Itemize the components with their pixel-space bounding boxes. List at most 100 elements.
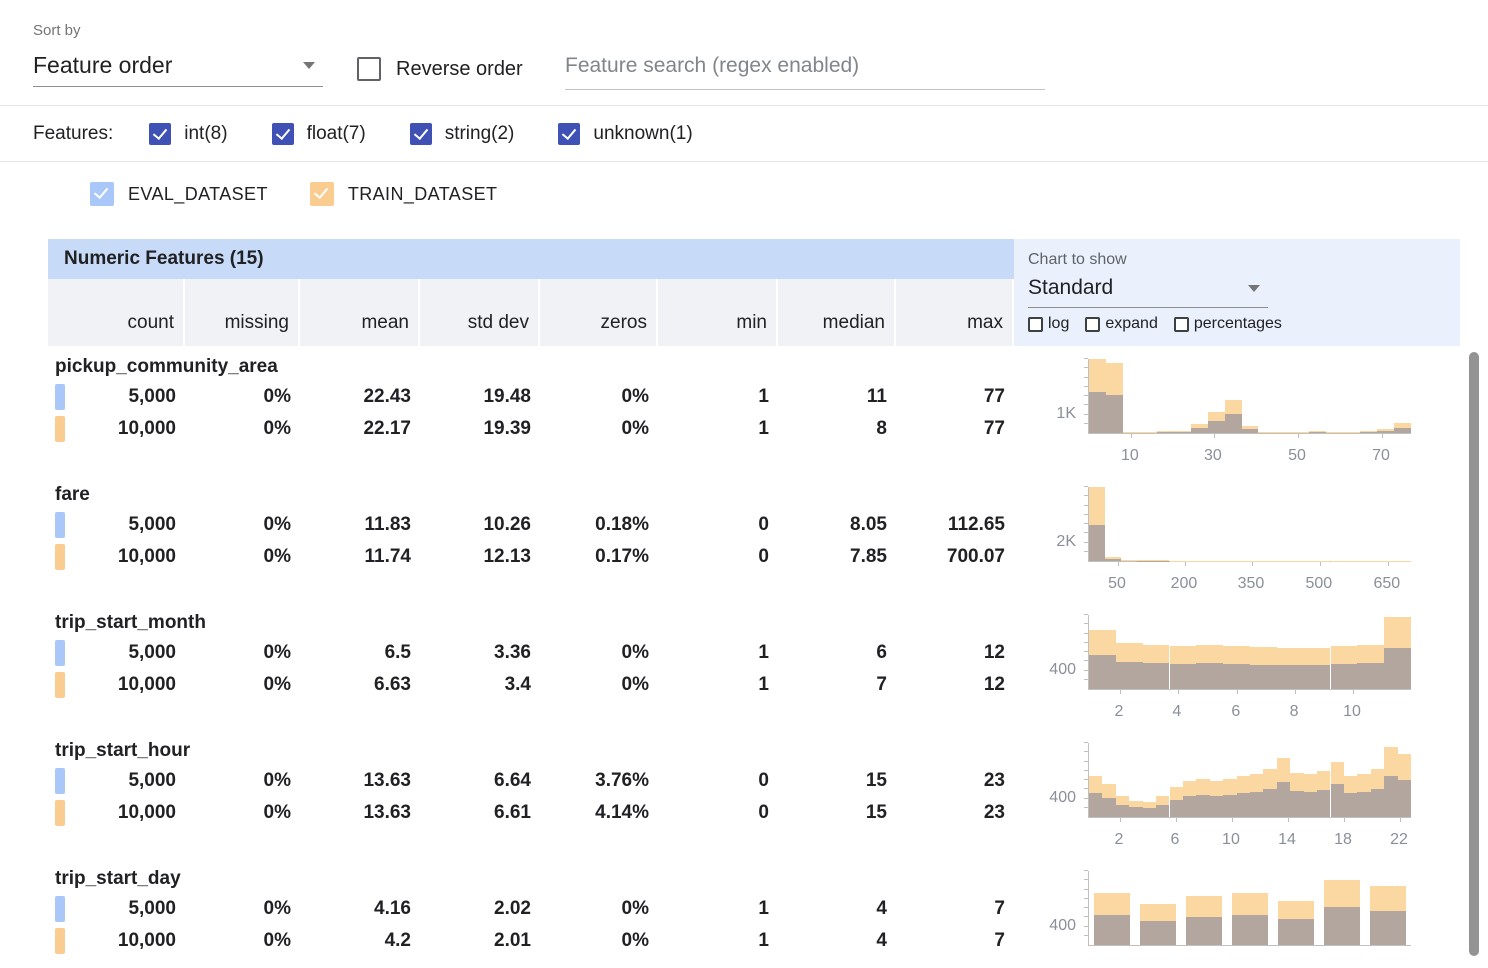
dataset-train[interactable]: TRAIN_DATASET [310,182,498,206]
toggle-percentages[interactable]: percentages [1174,315,1282,333]
stat-mean: 4.16 [300,898,420,920]
int-checkbox[interactable] [149,123,171,145]
histogram-bar-segment [1263,789,1276,817]
histogram-plot [1088,615,1411,690]
histogram-bar-segment [1223,646,1250,664]
x-axis-tick-mark [1298,434,1299,438]
stat-stddev: 19.39 [420,418,540,440]
histogram-bar-segment [1225,414,1242,433]
stat-max: 112.65 [896,514,1014,536]
filter-float[interactable]: float(7) [272,123,366,145]
stat-missing: 0% [185,386,300,408]
histogram-bar-segment [1292,432,1309,433]
toggle-expand[interactable]: expand [1085,315,1158,333]
reverse-order-checkbox[interactable] [357,57,381,81]
histogram-bar-segment [1210,796,1223,817]
numeric-features-table: Numeric Features (15) count missing mean… [48,239,1488,968]
y-axis-minor-tick [1084,889,1088,890]
stat-missing: 0% [185,546,300,568]
histogram-bar-segment [1223,795,1236,817]
filter-string[interactable]: string(2) [410,123,515,145]
feature-stats: trip_start_hour 5,000 0% 13.63 6.64 3.76… [48,737,1014,865]
float-checkbox[interactable] [272,123,294,145]
filter-unknown[interactable]: unknown(1) [558,123,692,145]
chevron-down-icon [1248,285,1260,292]
histogram-bar-segment [1143,808,1156,817]
histogram-bar-segment [1384,776,1397,817]
chart-option-toggles: log expand percentages [1028,315,1460,333]
col-zeros: zeros [540,279,658,346]
histogram-bar-segment [1304,665,1331,689]
x-axis-tick-label: 350 [1238,575,1265,593]
histogram-bar-segment [1263,769,1276,789]
histogram-bar-segment [1116,662,1143,689]
features-label: Features: [33,123,113,145]
sort-by-dropdown[interactable]: Feature order [33,44,323,87]
expand-checkbox[interactable] [1085,317,1100,332]
percentages-label: percentages [1194,315,1282,333]
dataset-eval[interactable]: EVAL_DATASET [90,182,268,206]
histogram-bar-segment [1232,915,1268,945]
histogram-bar-segment [1344,793,1357,817]
train-stat-row: 10,000 0% 13.63 6.61 4.14% 0 15 23 [48,797,1014,829]
col-mean: mean [300,279,420,346]
percentages-checkbox[interactable] [1174,317,1189,332]
sort-by-label: Sort by [33,22,81,39]
histogram-bar-segment [1324,907,1360,945]
feature-type-filter-row: Features: int(8) float(7) string(2) unkn… [0,106,1488,162]
feature-name: trip_start_month [48,609,1014,637]
histogram-bar-segment [1304,774,1317,792]
stat-zeros: 0.17% [540,546,658,568]
y-axis-minor-tick [1084,395,1088,396]
reverse-order-control[interactable]: Reverse order [357,57,523,81]
histogram-plot [1088,359,1411,434]
histogram-bar-segment [1258,432,1275,433]
y-axis-minor-tick [1084,551,1088,552]
x-axis-tick-label: 22 [1390,831,1408,849]
stat-median: 8 [778,418,896,440]
histogram-bar-segment [1357,792,1370,817]
stat-mean: 11.74 [300,546,420,568]
unknown-label: unknown(1) [593,123,692,145]
chart-type-dropdown[interactable]: Standard [1028,269,1268,308]
histogram-bar-segment [1183,781,1196,796]
histogram-bar-segment [1116,643,1143,662]
col-stddev: std dev [420,279,540,346]
histogram-bar-segment [1196,663,1223,689]
histogram-bar-segment [1140,432,1157,433]
histogram-bar-segment [1157,432,1174,433]
histogram-bar-segment [1140,921,1176,945]
histogram-bar-segment [1331,664,1358,689]
histogram-bar-segment [1277,782,1290,817]
log-checkbox[interactable] [1028,317,1043,332]
histogram-bar-segment [1123,432,1140,433]
x-axis-tick-label: 500 [1306,575,1333,593]
histogram-bar-segment [1394,423,1411,427]
toggle-log[interactable]: log [1028,315,1069,333]
histogram-bar-segment [1277,665,1304,689]
y-axis-minor-tick [1084,761,1088,762]
histogram-bar-segment [1223,664,1250,689]
col-missing: missing [185,279,300,346]
stat-missing: 0% [185,930,300,952]
eval-dataset-checkbox[interactable] [90,182,114,206]
x-axis-labels: 50200350500650 [1088,575,1410,595]
train-dataset-checkbox[interactable] [310,182,334,206]
histogram-bar-segment [1309,431,1326,432]
string-label: string(2) [445,123,515,145]
histogram-bar-segment [1371,789,1384,817]
feature-name: pickup_community_area [48,353,1014,381]
feature-stats: pickup_community_area 5,000 0% 22.43 19.… [48,353,1014,481]
stat-max: 77 [896,386,1014,408]
unknown-checkbox[interactable] [558,123,580,145]
histogram-bar-segment [1143,802,1156,808]
stat-stddev: 6.61 [420,802,540,824]
histogram-bar-segment [1370,886,1406,911]
y-axis-minor-tick [1084,660,1088,661]
filter-int[interactable]: int(8) [149,123,227,145]
stat-median: 15 [778,770,896,792]
x-axis-tick-mark [1118,562,1119,566]
string-checkbox[interactable] [410,123,432,145]
search-input[interactable] [565,50,1045,90]
vertical-scrollbar[interactable] [1469,352,1479,956]
